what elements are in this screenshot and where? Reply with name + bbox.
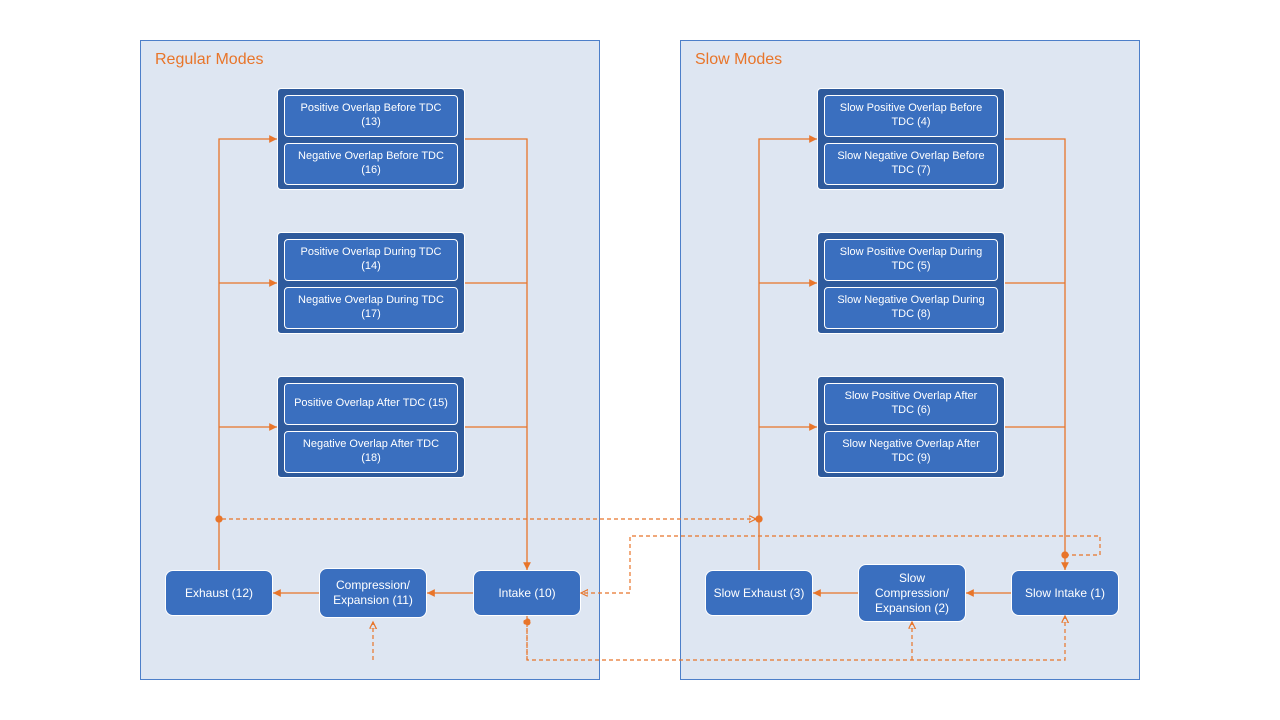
panel-regular-title: Regular Modes: [155, 51, 264, 69]
slow-after-pos: Slow Positive Overlap After TDC (6): [824, 383, 998, 425]
slow-before-pos: Slow Positive Overlap Before TDC (4): [824, 95, 998, 137]
reg-during-neg: Negative Overlap During TDC (17): [284, 287, 458, 329]
slow-after-neg: Slow Negative Overlap After TDC (9): [824, 431, 998, 473]
reg-block-during: Positive Overlap During TDC (14) Negativ…: [277, 232, 465, 334]
slow-during-neg: Slow Negative Overlap During TDC (8): [824, 287, 998, 329]
panel-slow-title: Slow Modes: [695, 51, 782, 69]
node-exhaust: Exhaust (12): [165, 570, 273, 616]
reg-before-neg: Negative Overlap Before TDC (16): [284, 143, 458, 185]
diagram-stage: Regular Modes Slow Modes Positive Overla…: [0, 0, 1280, 720]
node-slow-exhaust: Slow Exhaust (3): [705, 570, 813, 616]
slow-block-during: Slow Positive Overlap During TDC (5) Slo…: [817, 232, 1005, 334]
reg-block-before: Positive Overlap Before TDC (13) Negativ…: [277, 88, 465, 190]
node-intake: Intake (10): [473, 570, 581, 616]
node-slow-compexp: Slow Compression/ Expansion (2): [858, 564, 966, 622]
slow-block-before: Slow Positive Overlap Before TDC (4) Slo…: [817, 88, 1005, 190]
reg-during-pos: Positive Overlap During TDC (14): [284, 239, 458, 281]
slow-during-pos: Slow Positive Overlap During TDC (5): [824, 239, 998, 281]
reg-after-pos: Positive Overlap After TDC (15): [284, 383, 458, 425]
slow-block-after: Slow Positive Overlap After TDC (6) Slow…: [817, 376, 1005, 478]
slow-before-neg: Slow Negative Overlap Before TDC (7): [824, 143, 998, 185]
node-compexp: Compression/ Expansion (11): [319, 568, 427, 618]
node-slow-intake: Slow Intake (1): [1011, 570, 1119, 616]
reg-block-after: Positive Overlap After TDC (15) Negative…: [277, 376, 465, 478]
reg-after-neg: Negative Overlap After TDC (18): [284, 431, 458, 473]
reg-before-pos: Positive Overlap Before TDC (13): [284, 95, 458, 137]
